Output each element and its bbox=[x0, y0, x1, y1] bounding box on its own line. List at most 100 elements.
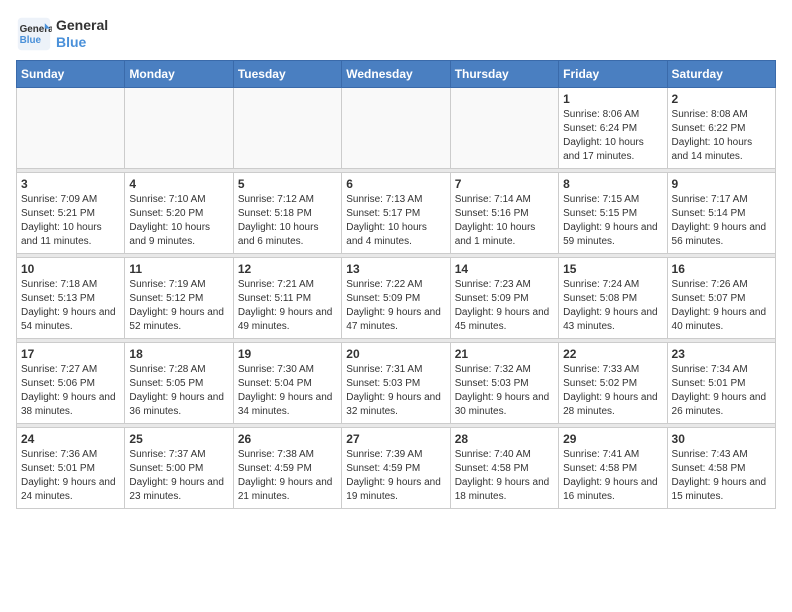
calendar-cell: 16 Sunrise: 7:26 AM Sunset: 5:07 PM Dayli… bbox=[667, 258, 775, 339]
day-info: Sunrise: 7:40 AM Sunset: 4:58 PM Dayligh… bbox=[455, 448, 554, 504]
calendar-table: SundayMondayTuesdayWednesdayThursdayFrid… bbox=[16, 60, 776, 509]
day-number: 5 bbox=[238, 177, 337, 191]
calendar-cell: 17 Sunrise: 7:27 AM Sunset: 5:06 PM Dayli… bbox=[17, 343, 125, 424]
day-info: Sunrise: 7:10 AM Sunset: 5:20 PM Dayligh… bbox=[129, 193, 228, 249]
calendar-cell: 11 Sunrise: 7:19 AM Sunset: 5:12 PM Dayli… bbox=[125, 258, 233, 339]
calendar-cell: 27 Sunrise: 7:39 AM Sunset: 4:59 PM Dayli… bbox=[342, 428, 450, 509]
day-number: 3 bbox=[21, 177, 120, 191]
day-number: 11 bbox=[129, 262, 228, 276]
logo: General Blue GeneralBlue bbox=[16, 16, 108, 52]
day-number: 29 bbox=[563, 432, 662, 446]
day-info: Sunrise: 7:14 AM Sunset: 5:16 PM Dayligh… bbox=[455, 193, 554, 249]
day-info: Sunrise: 7:30 AM Sunset: 5:04 PM Dayligh… bbox=[238, 363, 337, 419]
svg-text:Blue: Blue bbox=[20, 35, 42, 46]
calendar-cell: 28 Sunrise: 7:40 AM Sunset: 4:58 PM Dayli… bbox=[450, 428, 558, 509]
day-info: Sunrise: 7:19 AM Sunset: 5:12 PM Dayligh… bbox=[129, 278, 228, 334]
calendar-cell: 26 Sunrise: 7:38 AM Sunset: 4:59 PM Dayli… bbox=[233, 428, 341, 509]
day-info: Sunrise: 7:15 AM Sunset: 5:15 PM Dayligh… bbox=[563, 193, 662, 249]
day-info: Sunrise: 7:28 AM Sunset: 5:05 PM Dayligh… bbox=[129, 363, 228, 419]
calendar-cell bbox=[450, 88, 558, 169]
day-info: Sunrise: 8:08 AM Sunset: 6:22 PM Dayligh… bbox=[672, 108, 771, 164]
calendar-cell: 2Sunrise: 8:08 AM Sunset: 6:22 PM Daylig… bbox=[667, 88, 775, 169]
calendar-cell bbox=[233, 88, 341, 169]
calendar-cell: 9 Sunrise: 7:17 AM Sunset: 5:14 PM Daylig… bbox=[667, 173, 775, 254]
day-number: 28 bbox=[455, 432, 554, 446]
day-number: 20 bbox=[346, 347, 445, 361]
calendar-week-5: 24Sunrise: 7:36 AM Sunset: 5:01 PM Dayli… bbox=[17, 428, 776, 509]
calendar-cell: 25 Sunrise: 7:37 AM Sunset: 5:00 PM Dayli… bbox=[125, 428, 233, 509]
weekday-header-friday: Friday bbox=[559, 61, 667, 88]
weekday-header-wednesday: Wednesday bbox=[342, 61, 450, 88]
day-number: 4 bbox=[129, 177, 228, 191]
day-info: Sunrise: 7:21 AM Sunset: 5:11 PM Dayligh… bbox=[238, 278, 337, 334]
day-info: Sunrise: 7:12 AM Sunset: 5:18 PM Dayligh… bbox=[238, 193, 337, 249]
day-number: 18 bbox=[129, 347, 228, 361]
day-info: Sunrise: 7:34 AM Sunset: 5:01 PM Dayligh… bbox=[672, 363, 771, 419]
calendar-cell bbox=[125, 88, 233, 169]
day-info: Sunrise: 7:23 AM Sunset: 5:09 PM Dayligh… bbox=[455, 278, 554, 334]
calendar-cell: 20 Sunrise: 7:31 AM Sunset: 5:03 PM Dayli… bbox=[342, 343, 450, 424]
day-number: 7 bbox=[455, 177, 554, 191]
calendar-cell: 3 Sunrise: 7:09 AM Sunset: 5:21 PM Daylig… bbox=[17, 173, 125, 254]
calendar-cell bbox=[342, 88, 450, 169]
calendar-cell: 5 Sunrise: 7:12 AM Sunset: 5:18 PM Daylig… bbox=[233, 173, 341, 254]
day-info: Sunrise: 7:27 AM Sunset: 5:06 PM Dayligh… bbox=[21, 363, 120, 419]
calendar-cell: 4 Sunrise: 7:10 AM Sunset: 5:20 PM Daylig… bbox=[125, 173, 233, 254]
day-number: 30 bbox=[672, 432, 771, 446]
calendar-cell: 14 Sunrise: 7:23 AM Sunset: 5:09 PM Dayli… bbox=[450, 258, 558, 339]
calendar-week-1: 1 Sunrise: 8:06 AM Sunset: 6:24 PM Daylig… bbox=[17, 88, 776, 169]
calendar-cell: 1 Sunrise: 8:06 AM Sunset: 6:24 PM Daylig… bbox=[559, 88, 667, 169]
calendar-cell: 21 Sunrise: 7:32 AM Sunset: 5:03 PM Dayli… bbox=[450, 343, 558, 424]
weekday-header-row: SundayMondayTuesdayWednesdayThursdayFrid… bbox=[17, 61, 776, 88]
day-info: Sunrise: 7:17 AM Sunset: 5:14 PM Dayligh… bbox=[672, 193, 771, 249]
day-info: Sunrise: 7:24 AM Sunset: 5:08 PM Dayligh… bbox=[563, 278, 662, 334]
day-info: Sunrise: 7:39 AM Sunset: 4:59 PM Dayligh… bbox=[346, 448, 445, 504]
day-number: 8 bbox=[563, 177, 662, 191]
calendar-cell: 8 Sunrise: 7:15 AM Sunset: 5:15 PM Daylig… bbox=[559, 173, 667, 254]
calendar-cell: 18 Sunrise: 7:28 AM Sunset: 5:05 PM Dayli… bbox=[125, 343, 233, 424]
logo-text: GeneralBlue bbox=[56, 17, 108, 51]
calendar-cell: 12 Sunrise: 7:21 AM Sunset: 5:11 PM Dayli… bbox=[233, 258, 341, 339]
day-info: Sunrise: 7:37 AM Sunset: 5:00 PM Dayligh… bbox=[129, 448, 228, 504]
calendar-cell: 30 Sunrise: 7:43 AM Sunset: 4:58 PM Dayli… bbox=[667, 428, 775, 509]
weekday-header-sunday: Sunday bbox=[17, 61, 125, 88]
day-info: Sunrise: 7:22 AM Sunset: 5:09 PM Dayligh… bbox=[346, 278, 445, 334]
day-number: 19 bbox=[238, 347, 337, 361]
day-info: Sunrise: 7:41 AM Sunset: 4:58 PM Dayligh… bbox=[563, 448, 662, 504]
day-number: 17 bbox=[21, 347, 120, 361]
day-info: Sunrise: 8:06 AM Sunset: 6:24 PM Dayligh… bbox=[563, 108, 662, 164]
day-info: Sunrise: 7:33 AM Sunset: 5:02 PM Dayligh… bbox=[563, 363, 662, 419]
day-info: Sunrise: 7:09 AM Sunset: 5:21 PM Dayligh… bbox=[21, 193, 120, 249]
day-number: 12 bbox=[238, 262, 337, 276]
weekday-header-tuesday: Tuesday bbox=[233, 61, 341, 88]
day-info: Sunrise: 7:38 AM Sunset: 4:59 PM Dayligh… bbox=[238, 448, 337, 504]
day-number: 27 bbox=[346, 432, 445, 446]
calendar-cell: 6Sunrise: 7:13 AM Sunset: 5:17 PM Daylig… bbox=[342, 173, 450, 254]
calendar-cell: 24Sunrise: 7:36 AM Sunset: 5:01 PM Dayli… bbox=[17, 428, 125, 509]
day-number: 16 bbox=[672, 262, 771, 276]
day-info: Sunrise: 7:32 AM Sunset: 5:03 PM Dayligh… bbox=[455, 363, 554, 419]
day-info: Sunrise: 7:26 AM Sunset: 5:07 PM Dayligh… bbox=[672, 278, 771, 334]
day-number: 22 bbox=[563, 347, 662, 361]
day-number: 1 bbox=[563, 92, 662, 106]
day-number: 25 bbox=[129, 432, 228, 446]
day-number: 26 bbox=[238, 432, 337, 446]
day-number: 21 bbox=[455, 347, 554, 361]
calendar-cell: 19 Sunrise: 7:30 AM Sunset: 5:04 PM Dayli… bbox=[233, 343, 341, 424]
calendar-cell: 22 Sunrise: 7:33 AM Sunset: 5:02 PM Dayli… bbox=[559, 343, 667, 424]
calendar-week-4: 17 Sunrise: 7:27 AM Sunset: 5:06 PM Dayli… bbox=[17, 343, 776, 424]
day-info: Sunrise: 7:43 AM Sunset: 4:58 PM Dayligh… bbox=[672, 448, 771, 504]
calendar-cell: 29 Sunrise: 7:41 AM Sunset: 4:58 PM Dayli… bbox=[559, 428, 667, 509]
page-header: General Blue GeneralBlue bbox=[16, 16, 776, 52]
day-info: Sunrise: 7:31 AM Sunset: 5:03 PM Dayligh… bbox=[346, 363, 445, 419]
weekday-header-monday: Monday bbox=[125, 61, 233, 88]
day-number: 6 bbox=[346, 177, 445, 191]
calendar-cell: 15Sunrise: 7:24 AM Sunset: 5:08 PM Dayli… bbox=[559, 258, 667, 339]
day-number: 9 bbox=[672, 177, 771, 191]
calendar-week-3: 10Sunrise: 7:18 AM Sunset: 5:13 PM Dayli… bbox=[17, 258, 776, 339]
day-info: Sunrise: 7:36 AM Sunset: 5:01 PM Dayligh… bbox=[21, 448, 120, 504]
day-number: 14 bbox=[455, 262, 554, 276]
calendar-cell: 7 Sunrise: 7:14 AM Sunset: 5:16 PM Daylig… bbox=[450, 173, 558, 254]
calendar-cell: 10Sunrise: 7:18 AM Sunset: 5:13 PM Dayli… bbox=[17, 258, 125, 339]
logo-icon: General Blue bbox=[16, 16, 52, 52]
